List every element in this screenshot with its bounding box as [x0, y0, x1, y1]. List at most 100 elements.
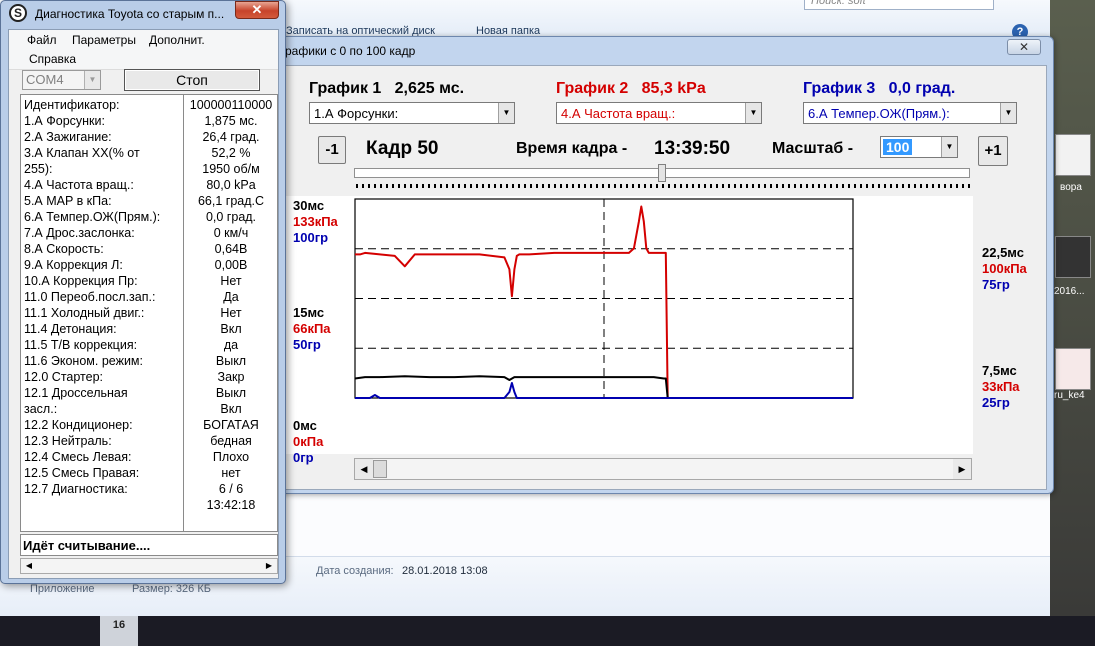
diagnostics-title: Диагностика Toyota со старым п...: [35, 7, 225, 21]
right-axis-lower-kpa: 33кПа: [982, 379, 1020, 394]
param-name: 12.4 Смесь Левая:: [24, 450, 132, 464]
param-value: нет: [221, 466, 241, 480]
chevron-down-icon[interactable]: ▼: [1000, 103, 1016, 123]
param-value: 1,875 мс.: [204, 114, 258, 128]
scroll-left-icon[interactable]: ◀: [355, 459, 373, 479]
chart-window-titlebar[interactable]: рафики с 0 по 100 кадр ✕: [245, 37, 1053, 63]
graph1-select-value: 1.А Форсунки:: [314, 106, 399, 121]
taskbar: 16: [0, 616, 1095, 646]
close-button[interactable]: ✕: [235, 1, 279, 19]
desktop-label[interactable]: вора: [1060, 182, 1082, 193]
scale-select[interactable]: 100 ▼: [880, 136, 958, 158]
param-name: 11.0 Переоб.посл.зап.:: [24, 290, 156, 304]
right-axis-lower-deg: 25гр: [982, 395, 1010, 410]
param-name: 8.А Скорость:: [24, 242, 104, 256]
file-type: Приложение: [30, 583, 95, 595]
prev-frame-button[interactable]: -1: [318, 136, 346, 164]
graph1-title: График 1 2,625 мс.: [309, 80, 465, 97]
frame-slider-thumb[interactable]: [658, 164, 666, 182]
menu-help[interactable]: Справка: [29, 52, 76, 66]
param-value: 52,2 %: [211, 146, 251, 160]
param-value: 80,0 kPa: [206, 178, 256, 192]
param-value: 13:42:18: [206, 498, 256, 512]
diagnostics-horizontal-scrollbar[interactable]: ◀ ▶: [20, 558, 278, 574]
desktop-file-icon[interactable]: [1055, 134, 1091, 176]
param-value: Нет: [220, 306, 242, 320]
next-frame-button[interactable]: +1: [978, 136, 1008, 166]
param-value: Да: [223, 290, 239, 304]
com-port-value: COM4: [26, 72, 64, 87]
param-value: Выкл: [215, 354, 247, 368]
frame-time-label: Время кадра -: [516, 140, 628, 157]
scroll-right-icon[interactable]: ▶: [953, 459, 971, 479]
param-name: 11.4 Детонация:: [24, 322, 117, 336]
menu-extra[interactable]: Дополнит.: [149, 33, 205, 47]
app-logo-icon: S: [9, 4, 27, 22]
menu-bar: Файл Параметры Дополнит. Справка: [9, 30, 278, 70]
parameter-table: Идентификатор: 1.А Форсунки: 2.А Зажигание…: [20, 94, 278, 532]
frame-time-value: 13:39:50: [654, 138, 731, 159]
right-axis-upper-ms: 22,5мс: [982, 245, 1024, 260]
param-values-column: 100000110000 1,875 мс. 26,4 град. 52,2 % 195…: [184, 97, 277, 513]
desktop-wallpaper: [1050, 0, 1095, 616]
param-name: 5.А MAP в кПа:: [24, 194, 112, 208]
param-names-column: Идентификатор: 1.А Форсунки: 2.А Зажигание…: [24, 97, 182, 497]
param-name: 12.1 Дроссельная: [24, 386, 128, 400]
scroll-right-icon[interactable]: ▶: [261, 559, 277, 573]
chevron-down-icon[interactable]: ▼: [745, 103, 761, 123]
search-input[interactable]: Поиск: soft: [804, 0, 994, 10]
graph2-title: График 2 85,3 kPa: [556, 80, 706, 97]
param-name: Идентификатор:: [24, 98, 120, 112]
param-value: Плохо: [212, 450, 250, 464]
chart-window-title: рафики с 0 по 100 кадр: [285, 44, 416, 58]
chart-panel: 30мс 133кПа 100гр 15мс 66кПа 50гр 0мс 0к…: [285, 196, 1027, 465]
param-value: Вкл: [220, 402, 242, 416]
chart-horizontal-scrollbar[interactable]: ◀ ▶: [354, 458, 972, 480]
menu-file[interactable]: Файл: [27, 33, 57, 47]
graph2-select[interactable]: 4.А Частота вращ.: ▼: [556, 102, 762, 124]
status-bar: Идёт считывание....: [20, 534, 278, 556]
chart-client-area: График 1 2,625 мс. График 2 85,3 kPa Гра…: [251, 65, 1047, 490]
diagnostics-window: S Диагностика Toyota со старым п... ✕ Фа…: [0, 0, 286, 584]
param-name: 10.А Коррекция Пр:: [24, 274, 138, 288]
frame-label: Кадр 50: [366, 138, 439, 159]
param-name: 12.2 Кондиционер:: [24, 418, 133, 432]
param-name: 11.5 Т/В коррекция:: [24, 338, 138, 352]
diagnostics-titlebar[interactable]: S Диагностика Toyota со старым п... ✕: [1, 1, 285, 27]
line-chart: [354, 198, 854, 399]
stop-button[interactable]: Стоп: [124, 69, 260, 91]
desktop-file-icon[interactable]: [1055, 348, 1091, 390]
param-name: 7.А Дрос.заслонка:: [24, 226, 135, 240]
diagnostics-client: Файл Параметры Дополнит. Справка COM4 ▼ …: [8, 29, 279, 579]
param-name: 12.5 Смесь Правая:: [24, 466, 140, 480]
param-value: Выкл: [215, 386, 247, 400]
chevron-down-icon[interactable]: ▼: [84, 71, 100, 89]
taskbar-badge[interactable]: 16: [100, 616, 138, 646]
chevron-down-icon[interactable]: ▼: [498, 103, 514, 123]
param-name: 12.7 Диагностика:: [24, 482, 128, 496]
param-value: 26,4 град.: [202, 130, 260, 144]
graph1-select[interactable]: 1.А Форсунки: ▼: [309, 102, 515, 124]
param-value: Закр: [217, 370, 245, 384]
right-axis-upper-kpa: 100кПа: [982, 261, 1027, 276]
desktop-label[interactable]: 2016...: [1054, 286, 1085, 297]
param-value: 0,00В: [214, 258, 248, 272]
chevron-down-icon[interactable]: ▼: [941, 137, 957, 157]
graph3-select-value: 6.А Темпер.ОЖ(Прям.):: [808, 106, 950, 121]
param-value: 1950 об/м: [202, 162, 260, 176]
chart-window: рафики с 0 по 100 кадр ✕ График 1 2,625 …: [244, 36, 1054, 494]
param-value: да: [223, 338, 239, 352]
param-value: 0,0 град.: [205, 210, 257, 224]
menu-params[interactable]: Параметры: [72, 33, 136, 47]
com-port-select[interactable]: COM4 ▼: [22, 70, 101, 90]
param-name: 12.3 Нейтраль:: [24, 434, 112, 448]
scrollbar-thumb[interactable]: [373, 460, 387, 478]
right-axis-lower-ms: 7,5мс: [982, 363, 1017, 378]
scroll-left-icon[interactable]: ◀: [21, 559, 37, 573]
desktop-label[interactable]: ru_ke4: [1054, 390, 1085, 401]
graph3-select[interactable]: 6.А Темпер.ОЖ(Прям.): ▼: [803, 102, 1017, 124]
graph3-title: График 3 0,0 град.: [803, 80, 956, 97]
desktop-file-icon[interactable]: [1055, 236, 1091, 278]
scale-label: Масштаб -: [772, 140, 854, 157]
close-button[interactable]: ✕: [1007, 39, 1041, 55]
